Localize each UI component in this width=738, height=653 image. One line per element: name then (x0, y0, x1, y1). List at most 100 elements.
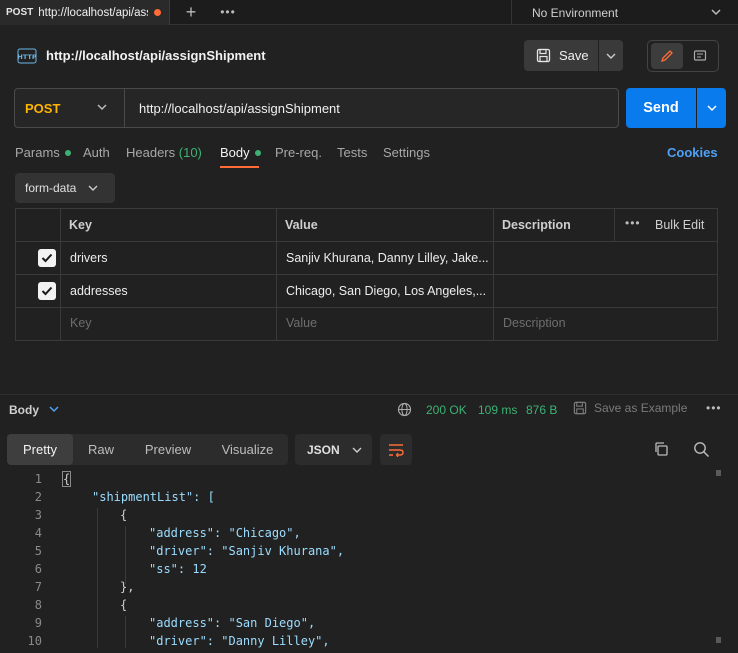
chevron-down-icon (606, 53, 616, 59)
view-preview[interactable]: Preview (131, 434, 205, 465)
new-value-input[interactable]: Value (286, 316, 317, 330)
response-size[interactable]: 876 B (526, 403, 557, 417)
param-value[interactable]: Sanjiv Khurana, Danny Lilley, Jake... (286, 251, 490, 265)
code-line: { (120, 598, 128, 612)
format-selector[interactable]: JSON (295, 434, 372, 465)
new-key-input[interactable]: Key (70, 316, 92, 330)
send-options-button[interactable] (697, 88, 726, 128)
status-dot-icon (254, 149, 261, 156)
code-line-text: { (61, 471, 72, 487)
url-input[interactable]: http://localhost/api/assignShipment (139, 101, 340, 116)
tab-params-label: Params (15, 145, 60, 160)
chevron-down-icon (706, 105, 717, 112)
tab-headers[interactable]: Headers (10) (126, 145, 202, 160)
save-label: Save (559, 48, 589, 63)
active-tab-indicator (220, 166, 259, 168)
globe-icon[interactable] (397, 402, 412, 417)
response-status[interactable]: 200 OK (426, 403, 467, 417)
param-key[interactable]: addresses (70, 284, 270, 298)
copy-icon[interactable] (653, 441, 669, 457)
tab-params[interactable]: Params (15, 145, 71, 160)
row-checkbox[interactable] (38, 249, 56, 267)
svg-text:HTTP: HTTP (17, 53, 36, 61)
chevron-down-icon (88, 185, 98, 191)
response-time[interactable]: 109 ms (478, 403, 517, 417)
wrap-lines-button[interactable] (380, 434, 412, 465)
tab-body-label: Body (220, 145, 250, 160)
more-options-icon[interactable]: ••• (625, 216, 641, 230)
code-line: "ss": 12 (149, 562, 207, 576)
param-value[interactable]: Chicago, San Diego, Los Angeles,... (286, 284, 490, 298)
divider (60, 208, 61, 341)
code-line: "address": "San Diego", (149, 616, 316, 630)
more-tabs-icon[interactable]: ••• (218, 2, 238, 22)
line-number: 2 (34, 490, 42, 504)
request-tab[interactable]: POST http://localhost/api/assignShipment (0, 0, 170, 25)
indent-guide (97, 508, 98, 648)
wrap-lines-icon (389, 443, 404, 457)
more-options-icon[interactable]: ••• (706, 401, 722, 415)
code-line: "driver": "Sanjiv Khurana", (149, 544, 345, 558)
unsaved-dot-icon (154, 9, 162, 16)
tab-body[interactable]: Body (220, 145, 261, 160)
column-header-key: Key (69, 218, 92, 232)
documentation-button[interactable] (686, 43, 714, 69)
new-tab-plus-icon[interactable]: + (181, 2, 201, 22)
checkmark-icon (41, 286, 53, 296)
param-key[interactable]: drivers (70, 251, 270, 265)
code-line: "driver": "Danny Lilley", (149, 634, 330, 648)
request-title[interactable]: http://localhost/api/assignShipment (46, 48, 266, 63)
new-description-input[interactable]: Description (503, 316, 566, 330)
scroll-up-icon[interactable] (716, 470, 721, 476)
send-button[interactable]: Send (626, 88, 696, 128)
edit-mode-button[interactable] (651, 43, 683, 69)
cookies-link[interactable]: Cookies (667, 145, 718, 160)
status-dot-icon (64, 149, 71, 156)
tab-prereq[interactable]: Pre-req. (275, 145, 322, 160)
tab-method: POST (6, 7, 34, 18)
save-options-button[interactable] (599, 40, 623, 71)
tab-settings[interactable]: Settings (383, 145, 430, 160)
headers-count: (10) (178, 145, 202, 160)
row-checkbox[interactable] (38, 282, 56, 300)
indent-guide (125, 616, 126, 648)
search-icon[interactable] (693, 441, 710, 458)
bulk-edit-button[interactable]: Bulk Edit (655, 218, 704, 232)
tab-auth[interactable]: Auth (83, 145, 110, 160)
tab-tests[interactable]: Tests (337, 145, 367, 160)
view-raw[interactable]: Raw (75, 434, 127, 465)
line-number: 7 (34, 580, 42, 594)
scroll-down-icon[interactable] (716, 637, 721, 643)
divider (493, 208, 494, 341)
divider (15, 241, 718, 242)
environment-selector[interactable]: No Environment (511, 0, 738, 25)
method-selector[interactable]: POST (25, 101, 60, 116)
chevron-down-icon[interactable] (48, 404, 60, 414)
chevron-down-icon (711, 9, 721, 16)
indent-guide (125, 526, 126, 584)
chevron-down-icon (352, 447, 362, 453)
chevron-down-icon[interactable] (96, 102, 108, 112)
environment-label: No Environment (532, 5, 619, 20)
line-number: 8 (34, 598, 42, 612)
code-line: { (61, 471, 72, 487)
http-request-icon: HTTP (17, 48, 37, 64)
divider (614, 208, 615, 241)
line-number: 1 (34, 472, 42, 486)
scrollbar[interactable] (716, 470, 721, 645)
save-as-example-button[interactable]: Save as Example (573, 401, 687, 415)
code-line: "shipmentList": [ (92, 490, 215, 504)
code-line: { (120, 508, 128, 522)
response-section-label[interactable]: Body (9, 403, 39, 417)
view-visualize[interactable]: Visualize (209, 434, 286, 465)
body-type-selector[interactable]: form-data (15, 173, 115, 203)
line-number: 4 (34, 526, 42, 540)
save-button[interactable]: Save (524, 40, 598, 71)
column-header-value: Value (285, 218, 318, 232)
divider (0, 394, 738, 395)
divider (15, 274, 718, 275)
view-pretty[interactable]: Pretty (7, 434, 73, 465)
line-number: 3 (34, 508, 42, 522)
divider (276, 208, 277, 341)
checkmark-icon (41, 253, 53, 263)
